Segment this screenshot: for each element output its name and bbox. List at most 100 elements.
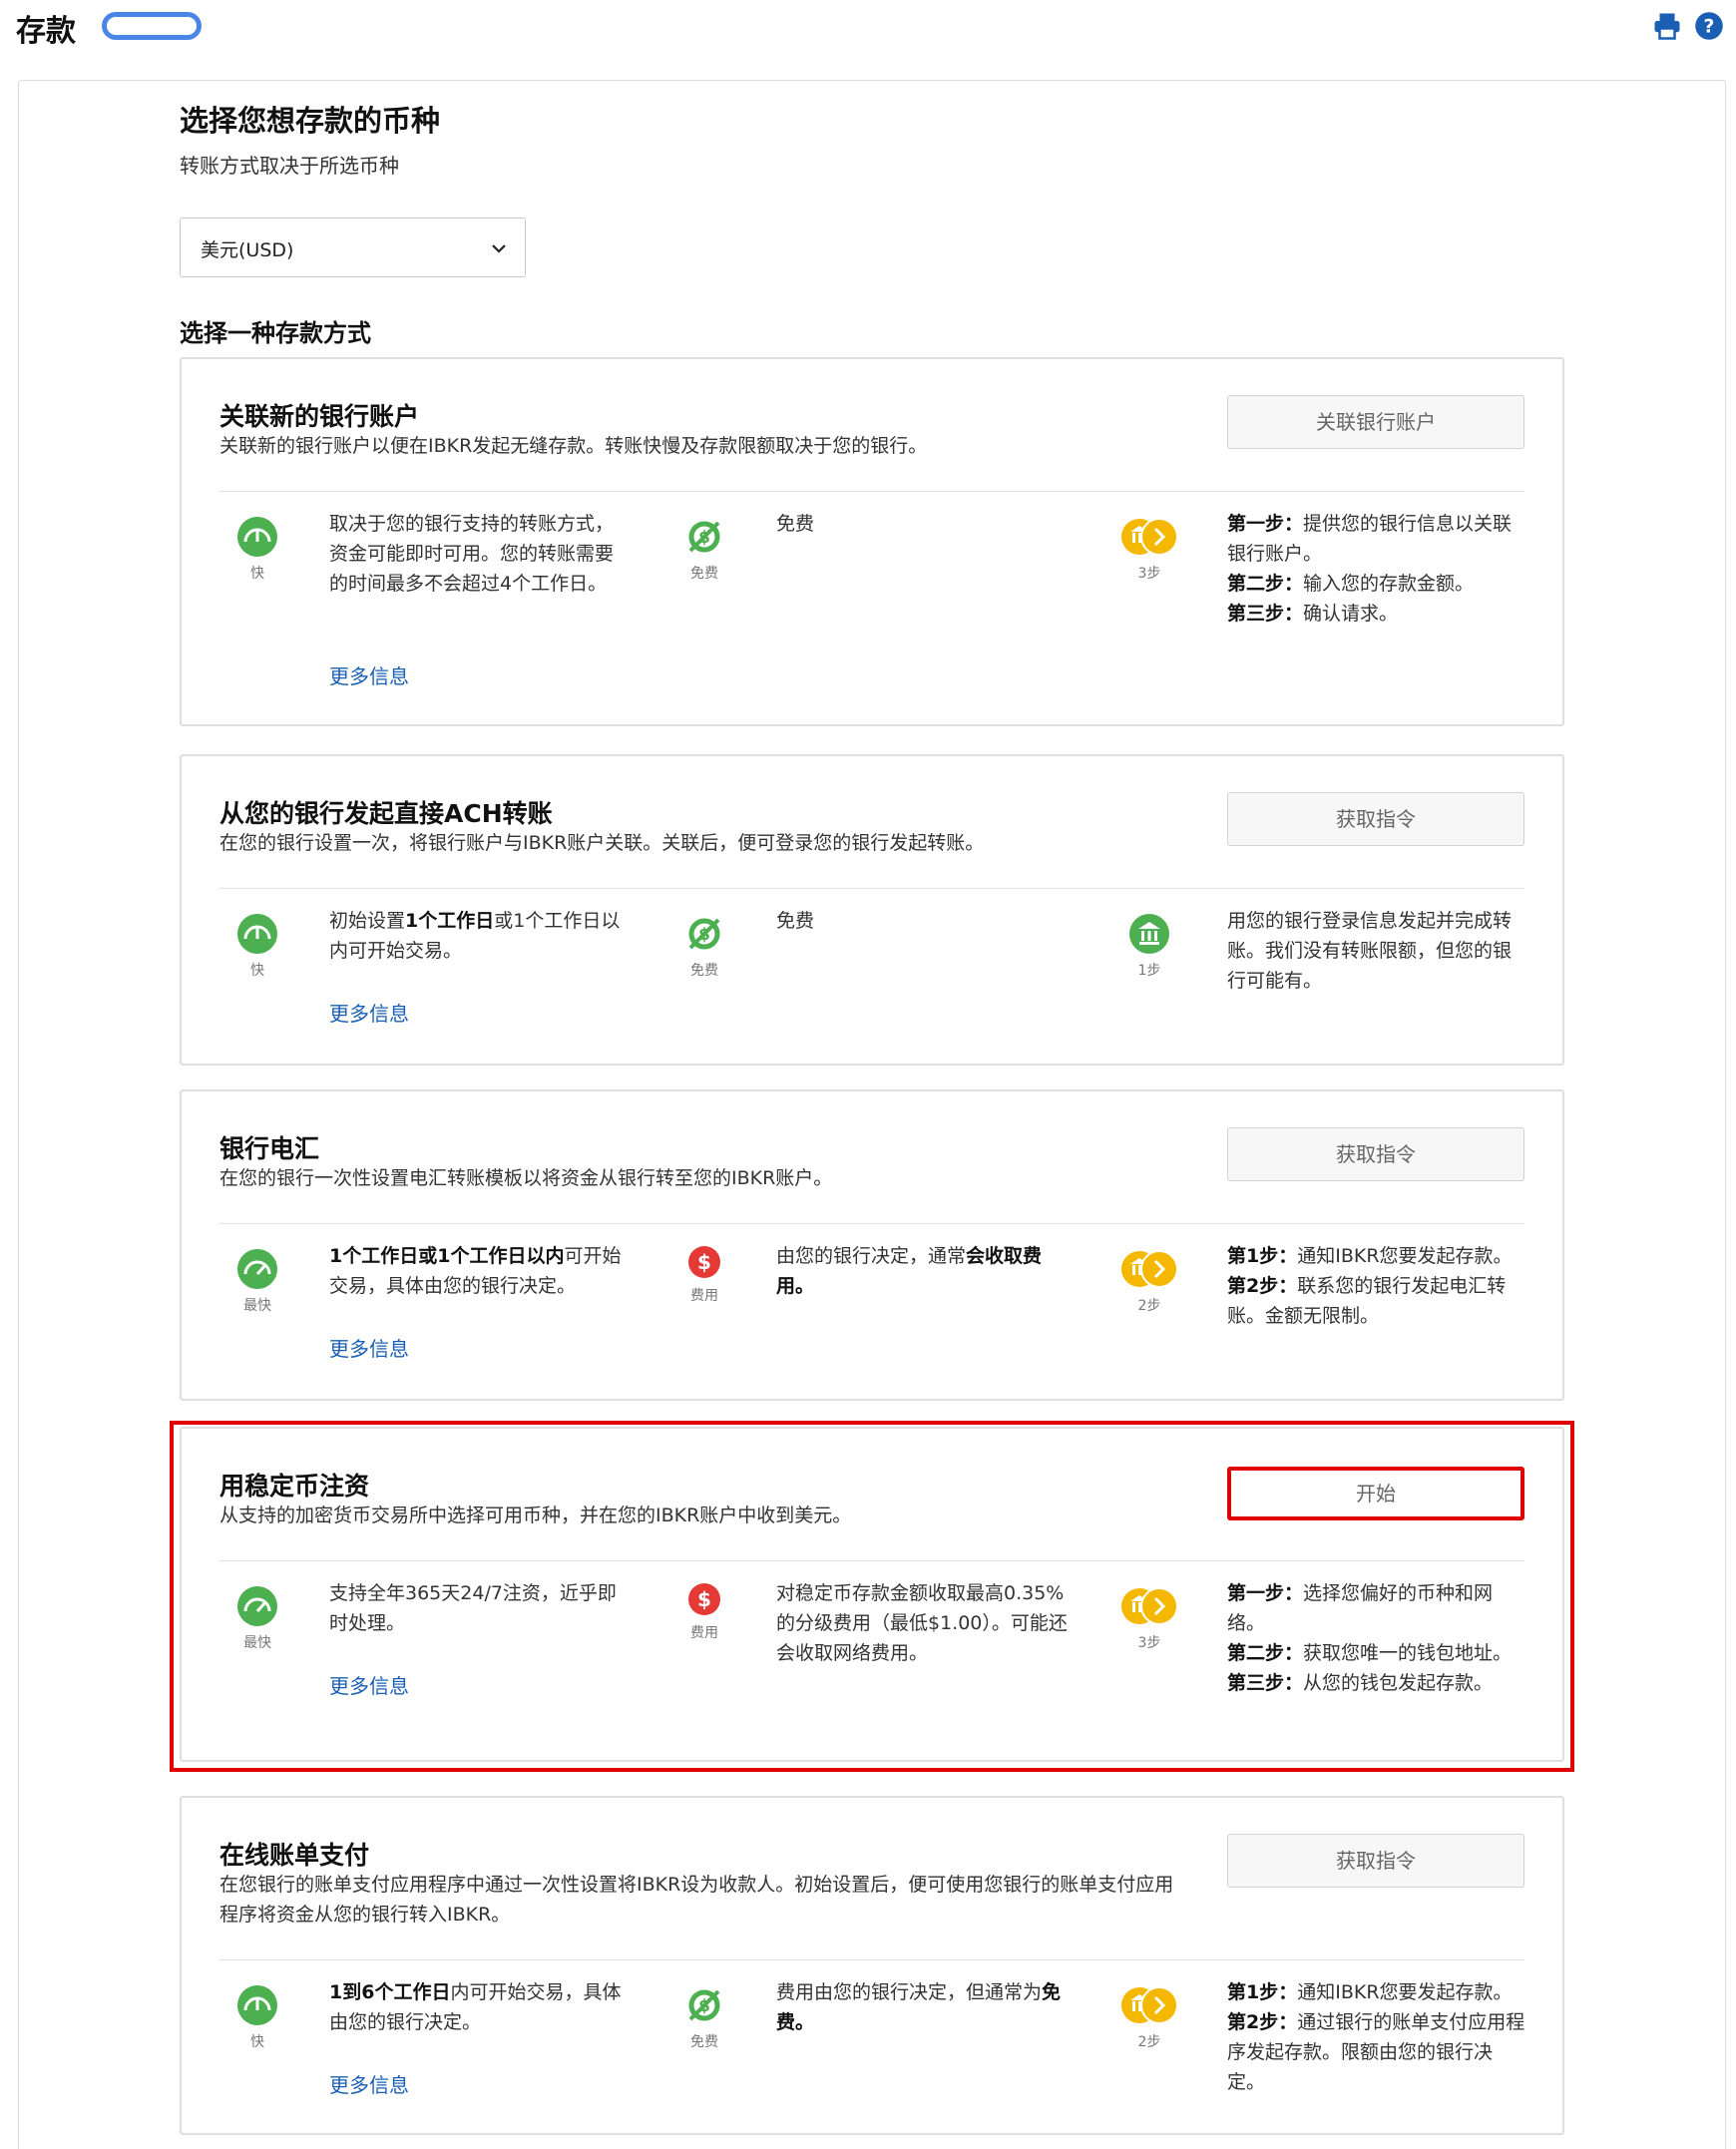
step-1: 第一步：提供您的银行信息以关联银行账户。	[1227, 513, 1513, 565]
more-info-link[interactable]: 更多信息	[329, 1670, 409, 1699]
fee-text: 免费	[776, 513, 815, 535]
method-card-stablecoin: 用稳定币注资 从支持的加密货币交易所中选择可用币种，并在您的IBKR账户中收到美…	[180, 1427, 1564, 1762]
card-desc: 关联新的银行账户以便在IBKR发起无缝存款。转账快慢及存款限额取决于您的银行。	[219, 435, 928, 457]
method-card-ach: 从您的银行发起直接ACH转账 在您的银行设置一次，将银行账户与IBKR账户关联。…	[180, 754, 1564, 1066]
step-1: 第1步：通知IBKR您要发起存款。	[1227, 1245, 1513, 1267]
steps-indicator: 2步	[1109, 1985, 1189, 2051]
fee-text: 费用由您的银行决定，但通常为免费。	[776, 1981, 1062, 2033]
method-card-wire: 银行电汇 在您的银行一次性设置电汇转账模板以将资金从银行转至您的IBKR账户。 …	[180, 1089, 1564, 1401]
card-title: 关联新的银行账户	[219, 402, 420, 431]
speed-text: 1到6个工作日内可开始交易，具体由您的银行决定。	[329, 1981, 622, 2033]
fee-text: 对稳定币存款金额收取最高0.35%的分级费用（最低$1.00）。可能还会收取网络…	[776, 1582, 1068, 1664]
speed-label: 快	[250, 566, 264, 582]
speedometer-icon	[237, 1985, 277, 2025]
fee-text: 免费	[776, 910, 815, 932]
card-title: 在线账单支付	[219, 1841, 370, 1870]
bank-steps-icon	[1121, 1587, 1178, 1625]
steps-indicator: 1步	[1109, 914, 1189, 980]
page-title: 存款	[16, 14, 76, 49]
steps-label: 2步	[1137, 2034, 1161, 2050]
card-desc: 在您的银行设置一次，将银行账户与IBKR账户关联。关联后，便可登录您的银行发起转…	[219, 832, 985, 854]
speed-indicator: 快	[217, 914, 297, 980]
speed-indicator: 最快	[217, 1249, 297, 1315]
speedometer-icon	[237, 914, 277, 954]
speed-label: 最快	[243, 1635, 271, 1651]
speedometer-fastest-icon	[237, 1249, 277, 1289]
speed-indicator: 最快	[217, 1586, 297, 1652]
svg-text:$: $	[697, 1587, 711, 1611]
step-2: 第二步：输入您的存款金额。	[1227, 573, 1475, 595]
no-fee-icon: $	[688, 521, 720, 553]
fee-icon: $	[688, 1246, 720, 1278]
fee-indicator: $ 免费	[664, 517, 744, 583]
steps-indicator: 3步	[1109, 517, 1189, 583]
card-desc: 在您银行的账单支付应用程序中通过一次性设置将IBKR设为收款人。初始设置后，便可…	[219, 1874, 1174, 1926]
link-bank-account-button[interactable]: 关联银行账户	[1227, 395, 1524, 449]
currency-section-title: 选择您想存款的币种	[180, 104, 441, 138]
steps-list: 第1步：通知IBKR您要发起存款。 第2步：联系您的银行发起电汇转账。金额无限制…	[1227, 1241, 1526, 1331]
step-2: 第2步：通过银行的账单支付应用程序发起存款。限额由您的银行决定。	[1227, 2011, 1525, 2093]
divider	[219, 888, 1524, 889]
no-fee-icon: $	[688, 1989, 720, 2021]
fee-label: 免费	[690, 2034, 718, 2050]
steps-label: 3步	[1137, 1635, 1161, 1651]
currency-select-value: 美元(USD)	[201, 239, 294, 261]
method-card-bill-pay: 在线账单支付 在您银行的账单支付应用程序中通过一次性设置将IBKR设为收款人。初…	[180, 1796, 1564, 2135]
card-title: 银行电汇	[219, 1134, 320, 1163]
speed-text: 初始设置1个工作日或1个工作日以内可开始交易。	[329, 910, 621, 962]
fee-indicator: $ 免费	[664, 914, 744, 980]
fee-label: 费用	[690, 1625, 718, 1641]
fee-text: 由您的银行决定，通常会收取费用。	[776, 1245, 1043, 1297]
speed-label: 快	[250, 2034, 264, 2050]
step-3: 第三步：确认请求。	[1227, 603, 1399, 625]
no-fee-icon: $	[688, 918, 720, 950]
chevron-down-icon	[492, 244, 506, 253]
help-icon[interactable]: ?	[1694, 11, 1724, 41]
svg-text:$: $	[697, 1250, 711, 1274]
top-bar: 存款 ?	[0, 0, 1736, 60]
steps-list: 第一步：提供您的银行信息以关联银行账户。 第二步：输入您的存款金额。 第三步：确…	[1227, 509, 1526, 629]
card-title: 用稳定币注资	[219, 1472, 370, 1501]
speed-indicator: 快	[217, 1985, 297, 2051]
steps-text: 用您的银行登录信息发起并完成转账。我们没有转账限额，但您的银行可能有。	[1227, 910, 1513, 992]
steps-indicator: 3步	[1109, 1586, 1189, 1652]
divider	[219, 1959, 1524, 1960]
fee-indicator: $ 费用	[664, 1582, 744, 1642]
step-2: 第2步：联系您的银行发起电汇转账。金额无限制。	[1227, 1275, 1507, 1327]
fee-label: 免费	[690, 566, 718, 582]
speedometer-fastest-icon	[237, 1586, 277, 1626]
speedometer-icon	[237, 517, 277, 557]
methods-title: 选择一种存款方式	[180, 319, 371, 347]
card-desc: 在您的银行一次性设置电汇转账模板以将资金从银行转至您的IBKR账户。	[219, 1167, 833, 1189]
fee-label: 费用	[690, 1288, 718, 1304]
step-2: 第二步：获取您唯一的钱包地址。	[1227, 1642, 1513, 1664]
step-3: 第三步：从您的钱包发起存款。	[1227, 1672, 1494, 1694]
more-info-link[interactable]: 更多信息	[329, 2069, 409, 2098]
more-info-link[interactable]: 更多信息	[329, 660, 409, 689]
more-info-link[interactable]: 更多信息	[329, 998, 409, 1027]
steps-label: 2步	[1137, 1298, 1161, 1314]
account-id-redacted	[102, 12, 202, 40]
get-instructions-button[interactable]: 获取指令	[1227, 792, 1524, 846]
currency-select[interactable]: 美元(USD)	[180, 217, 526, 277]
speed-text: 支持全年365天24/7注资，近乎即时处理。	[329, 1582, 617, 1634]
steps-indicator: 2步	[1109, 1249, 1189, 1315]
print-icon[interactable]	[1652, 11, 1682, 41]
speed-indicator: 快	[217, 517, 297, 583]
fee-indicator: $ 费用	[664, 1245, 744, 1305]
start-button[interactable]: 开始	[1227, 1467, 1524, 1520]
svg-text:?: ?	[1704, 16, 1715, 37]
steps-label: 1步	[1137, 963, 1161, 979]
divider	[219, 491, 1524, 492]
get-instructions-button[interactable]: 获取指令	[1227, 1127, 1524, 1181]
more-info-link[interactable]: 更多信息	[329, 1333, 409, 1362]
bank-steps-icon	[1121, 1250, 1178, 1288]
fee-label: 免费	[690, 963, 718, 979]
card-title: 从您的银行发起直接ACH转账	[219, 799, 553, 828]
get-instructions-button[interactable]: 获取指令	[1227, 1834, 1524, 1888]
steps-list: 第1步：通知IBKR您要发起存款。 第2步：通过银行的账单支付应用程序发起存款。…	[1227, 1977, 1526, 2097]
divider	[219, 1223, 1524, 1224]
card-desc: 从支持的加密货币交易所中选择可用币种，并在您的IBKR账户中收到美元。	[219, 1504, 852, 1526]
speed-text: 1个工作日或1个工作日以内可开始交易，具体由您的银行决定。	[329, 1245, 622, 1297]
fee-indicator: $ 免费	[664, 1985, 744, 2051]
